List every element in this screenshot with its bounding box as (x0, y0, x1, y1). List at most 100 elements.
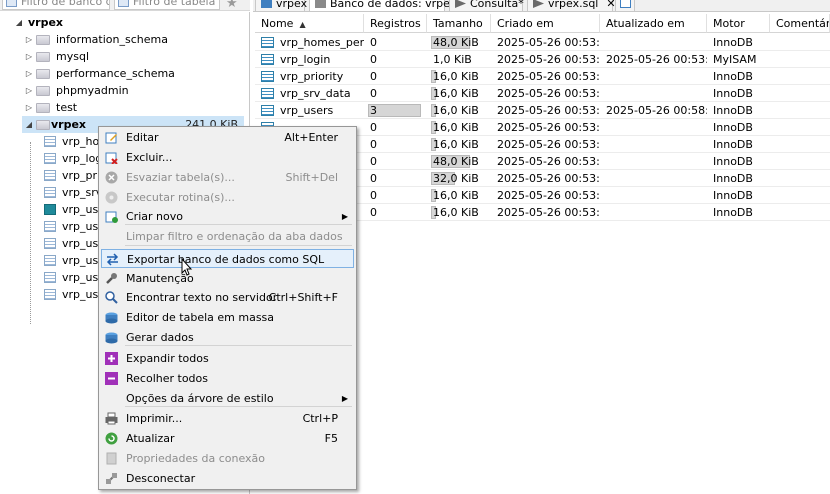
menu-item-atualizar[interactable]: Atualizar F5 (101, 429, 354, 448)
filter-icon (118, 0, 129, 7)
cell-rows: 3 (364, 102, 427, 119)
tree-table[interactable]: vrp_use (44, 269, 105, 286)
cell-rows: 0 (364, 153, 427, 170)
expand-arrow-icon[interactable]: ▷ (24, 48, 34, 65)
cell-updated (600, 170, 707, 187)
column-header-created[interactable]: Criado em (491, 14, 600, 33)
cell-size: 16,0 KiB (427, 119, 491, 136)
cell-rows: 0 (364, 68, 427, 85)
table-icon (261, 105, 274, 116)
database-icon (36, 69, 50, 79)
tree-db-information-schema[interactable]: ▷ information_schema (24, 31, 244, 48)
cell-name: vrp_homes_per... (255, 34, 364, 51)
tree-db-mysql[interactable]: ▷ mysql (24, 48, 244, 65)
tree-db-performance-schema[interactable]: ▷ performance_schema (24, 65, 244, 82)
cell-size: 1,0 KiB (427, 51, 491, 68)
column-header-engine[interactable]: Motor (707, 14, 770, 33)
cell-created: 2025-05-26 00:53:26 (491, 170, 600, 187)
menu-item-esvaziar-tabela-s[interactable]: Esvaziar tabela(s)... Shift+Del (101, 168, 354, 187)
table-row[interactable]: vrp_homes_per...048,0 KiB2025-05-26 00:5… (255, 34, 830, 51)
table-row[interactable]: vrp_users316,0 KiB2025-05-26 00:53:26202… (255, 102, 830, 119)
menu-item-exportar-banco-de-dados-como-sql[interactable]: Exportar banco de dados como SQL (101, 249, 354, 268)
cell-comment (770, 68, 830, 85)
tab-database-vrpex[interactable]: Banco de dados: vrpex (309, 0, 456, 11)
cell-rows: 0 (364, 187, 427, 204)
tree-table[interactable]: vrp_prio (44, 167, 107, 184)
expand-arrow-icon[interactable]: ▷ (24, 82, 34, 99)
menu-item-gerar-dados[interactable]: Gerar dados (101, 328, 354, 347)
cell-updated (600, 34, 707, 51)
cell-comment (770, 119, 830, 136)
collapse-arrow-icon[interactable]: ◢ (24, 116, 34, 133)
menu-item-recolher-todos[interactable]: Recolher todos (101, 369, 354, 388)
menu-item-opcoes-da-arvore-de-estilo[interactable]: Opções da árvore de estilo ▶ (101, 389, 354, 408)
new-tab-button[interactable] (615, 0, 635, 11)
tree-table[interactable]: vrp_use (44, 201, 105, 218)
menu-item-expandir-todos[interactable]: Expandir todos (101, 349, 354, 368)
table-icon (261, 88, 274, 99)
column-header-name[interactable]: Nome ▲ (255, 14, 364, 33)
cell-updated: 2025-05-26 00:58:10 (600, 102, 707, 119)
column-header-size[interactable]: Tamanho (427, 14, 491, 33)
cell-updated (600, 85, 707, 102)
table-icon (44, 170, 56, 181)
table-row[interactable]: vrp_priority016,0 KiB2025-05-26 00:53:26… (255, 68, 830, 85)
menu-item-desconectar[interactable]: Desconectar (101, 469, 354, 488)
cell-engine: InnoDB (707, 204, 770, 221)
cell-rows: 0 (364, 51, 427, 68)
table-icon (44, 255, 56, 266)
tree-table[interactable]: vrp_use (44, 252, 105, 269)
tree-db-test[interactable]: ▷ test (24, 99, 244, 116)
cell-updated (600, 68, 707, 85)
cell-rows: 0 (364, 204, 427, 221)
database-filter-input[interactable]: Filtro de banco de dados (2, 0, 110, 10)
empty-icon (105, 171, 118, 184)
menu-item-imprimir[interactable]: Imprimir... Ctrl+P (101, 409, 354, 428)
collapse-arrow-icon[interactable]: ◢ (14, 14, 24, 31)
properties-icon (106, 452, 117, 465)
menu-item-criar-novo[interactable]: Criar novo ▶ (101, 207, 354, 226)
expand-arrow-icon[interactable]: ▷ (24, 65, 34, 82)
cell-created: 2025-05-26 00:53:26 (491, 119, 600, 136)
cell-engine: InnoDB (707, 102, 770, 119)
tab-query[interactable]: Consulta* (449, 0, 524, 11)
menu-item-manutencao[interactable]: Manutenção (101, 269, 354, 288)
star-icon[interactable]: ★ (226, 0, 238, 10)
tab-vrpex[interactable]: vrpex (255, 0, 307, 11)
tree-table[interactable]: vrp_srv_ (44, 184, 108, 201)
table-row[interactable]: vrp_login01,0 KiB2025-05-26 00:53:262025… (255, 51, 830, 68)
tree-table[interactable]: vrp_use (44, 286, 105, 303)
tree-table[interactable]: vrp_use (44, 218, 105, 235)
expand-arrow-icon[interactable]: ▷ (24, 31, 34, 48)
cell-comment (770, 187, 830, 204)
table-icon (44, 153, 56, 164)
filter-icon (6, 0, 17, 7)
expand-arrow-icon[interactable]: ▷ (24, 99, 34, 116)
tree-db-phpmyadmin[interactable]: ▷ phpmyadmin (24, 82, 244, 99)
menu-item-editar[interactable]: Editar Alt+Enter (101, 128, 354, 147)
collapse-icon (105, 372, 118, 385)
column-header-updated[interactable]: Atualizado em (600, 14, 707, 33)
tree-table[interactable]: vrp_hom (44, 133, 110, 150)
cell-created: 2025-05-26 00:53:26 (491, 34, 600, 51)
cell-size: 16,0 KiB (427, 136, 491, 153)
menu-item-excluir[interactable]: Excluir... (101, 148, 354, 167)
tree-table[interactable]: vrp_use (44, 235, 105, 252)
table-row[interactable]: vrp_srv_data016,0 KiB2025-05-26 00:53:26… (255, 85, 830, 102)
menu-item-encontrar-texto-no-servidor[interactable]: Encontrar texto no servidor Ctrl+Shift+F (101, 288, 354, 307)
tab-vrpex-sql[interactable]: vrpex.sql ✕ (527, 0, 616, 11)
menu-item-limpar-filtro-e-ordenacao-da-aba-dados[interactable]: Limpar filtro e ordenação da aba dados (101, 227, 354, 246)
table-icon (44, 221, 56, 232)
menu-item-propriedades-da-conexao[interactable]: Propriedades da conexão (101, 449, 354, 468)
menu-item-editor-de-tabela-em-massa[interactable]: Editor de tabela em massa (101, 308, 354, 327)
table-filter-input[interactable]: Filtro de tabela (114, 0, 220, 10)
tree-root[interactable]: ◢ vrpex (14, 14, 244, 31)
tree-table[interactable]: vrp_log (44, 150, 104, 167)
cell-rows: 0 (364, 170, 427, 187)
column-header-comment[interactable]: Comentário (770, 14, 830, 33)
cell-updated (600, 204, 707, 221)
table-icon (44, 187, 56, 198)
menu-item-executar-rotina-s[interactable]: Executar rotina(s)... (101, 188, 354, 207)
column-header-rows[interactable]: Registros (364, 14, 427, 33)
cell-created: 2025-05-26 00:53:26 (491, 102, 600, 119)
